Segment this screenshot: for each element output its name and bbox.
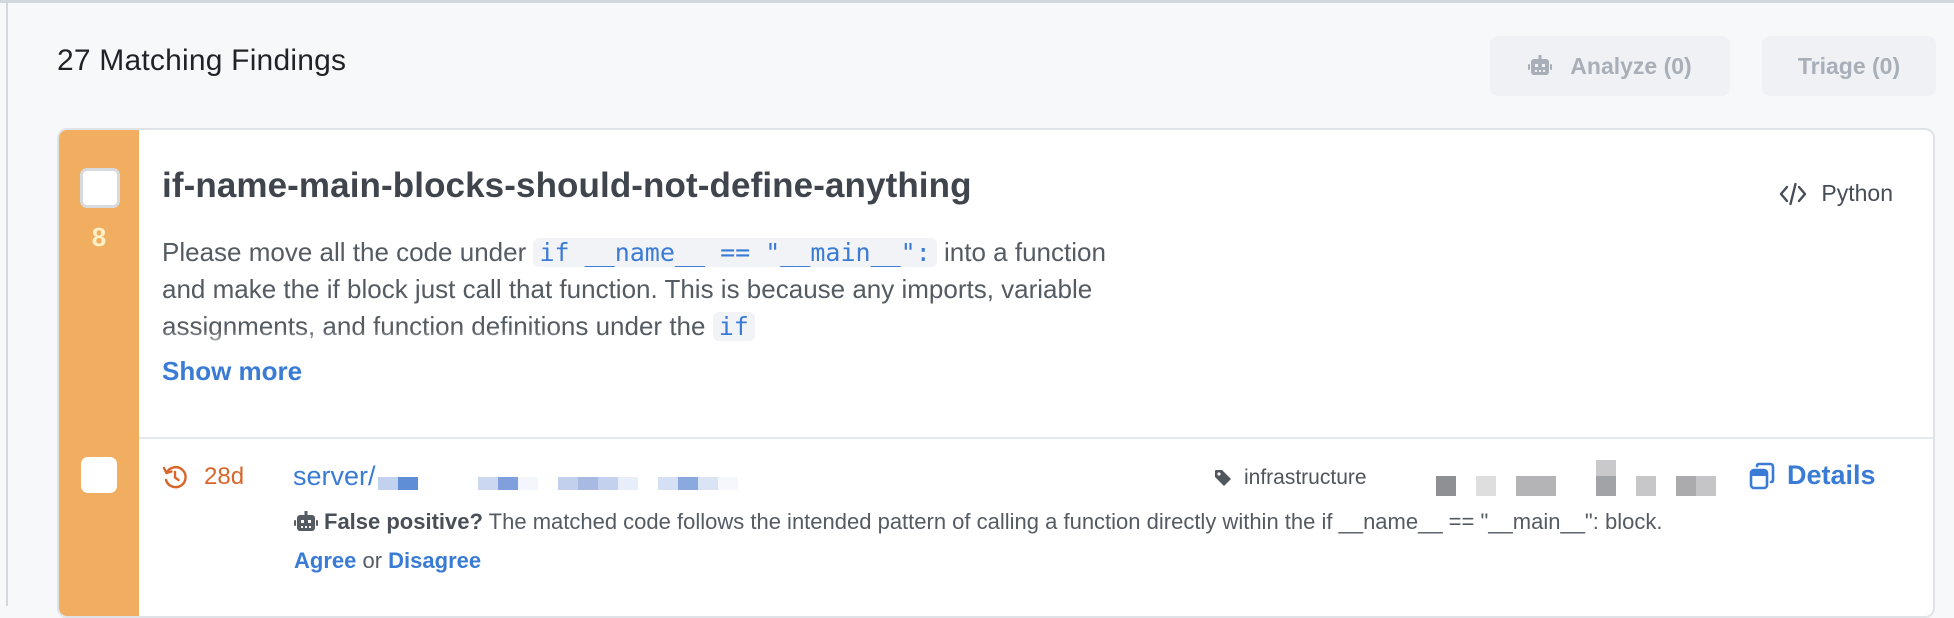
agree-link[interactable]: Agree	[294, 548, 356, 573]
finding-card: 8 if-name-main-blocks-should-not-define-…	[57, 128, 1935, 618]
triage-button-label: Triage (0)	[1797, 52, 1901, 79]
analyze-button[interactable]: Analyze (0)	[1490, 36, 1730, 96]
ai-verdict: False positive? The matched code follows…	[294, 502, 1714, 580]
window-stack-icon	[1749, 462, 1775, 490]
row-divider	[139, 437, 1933, 439]
inline-code: if	[712, 312, 755, 341]
file-path-link[interactable]: server/	[293, 461, 738, 492]
ai-verdict-text: The matched code follows the intended pa…	[482, 509, 1663, 534]
disagree-link[interactable]: Disagree	[388, 548, 481, 573]
select-rule-checkbox[interactable]	[80, 168, 120, 208]
age-value: 28d	[204, 463, 245, 490]
redacted-metadata	[1436, 460, 1716, 496]
history-icon	[162, 464, 188, 490]
description-text: Please move all the code under	[162, 237, 534, 267]
details-label: Details	[1787, 460, 1876, 490]
select-occurrence-checkbox[interactable]	[81, 457, 117, 493]
show-more-link[interactable]: Show more	[162, 356, 302, 387]
file-path-prefix: server/	[293, 461, 376, 491]
tag-label: infrastructure	[1214, 466, 1367, 490]
tag-name: infrastructure	[1244, 466, 1367, 489]
redacted-path	[377, 464, 738, 490]
tag-icon	[1214, 469, 1232, 487]
finding-count-badge: 8	[91, 222, 107, 252]
robot-icon	[294, 511, 318, 533]
findings-count-title: 27 Matching Findings	[57, 44, 347, 77]
analyze-button-label: Analyze (0)	[1570, 52, 1692, 79]
robot-icon	[1528, 55, 1553, 77]
language-label: Python	[1779, 180, 1893, 207]
details-button[interactable]: Details	[1749, 460, 1876, 491]
triage-button[interactable]: Triage (0)	[1762, 36, 1936, 96]
or-text: or	[356, 548, 389, 573]
language-name: Python	[1821, 180, 1893, 206]
rule-name[interactable]: if-name-main-blocks-should-not-define-an…	[162, 166, 972, 206]
left-panel-border	[6, 3, 8, 606]
code-icon	[1779, 182, 1807, 206]
description-fade	[162, 330, 562, 350]
inline-code: if __name__ == "__main__":	[533, 238, 937, 267]
finding-age: 28d	[162, 463, 244, 491]
ai-verdict-label: False positive?	[324, 509, 483, 534]
rule-description: Please move all the code under if __name…	[162, 234, 1142, 345]
